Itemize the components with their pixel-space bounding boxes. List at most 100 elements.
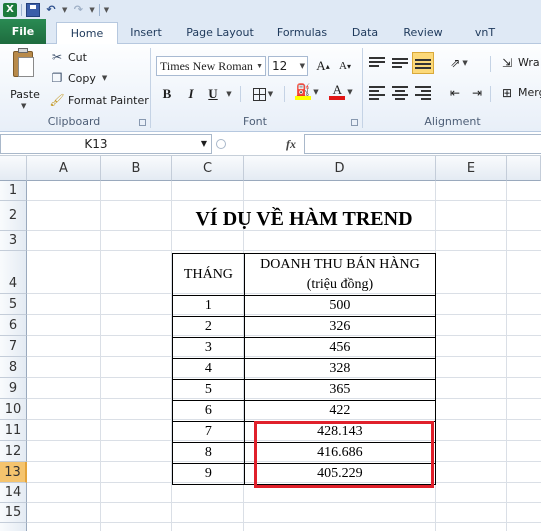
tab-home[interactable]: Home <box>56 22 118 45</box>
tab-file[interactable]: File <box>0 19 46 44</box>
cut-button[interactable]: ✂ Cut <box>50 48 87 66</box>
undo-dropdown-icon[interactable]: ▼ <box>62 6 67 14</box>
align-middle-button[interactable] <box>389 52 411 74</box>
tab-vnt[interactable]: vnT <box>460 22 510 44</box>
paste-dropdown-icon[interactable]: ▼ <box>21 102 26 110</box>
revenue-cell[interactable]: 328 <box>243 358 437 380</box>
sheet-title[interactable]: VÍ DỤ VỀ HÀM TREND <box>172 207 436 232</box>
font-dialog-launcher-icon[interactable] <box>351 119 358 126</box>
month-header-cell[interactable]: THÁNG <box>172 253 245 296</box>
clipboard-dialog-launcher-icon[interactable] <box>139 119 146 126</box>
font-color-button[interactable]: A ▼ <box>326 82 356 102</box>
row-header[interactable]: 6 <box>0 315 27 336</box>
resize-handle[interactable] <box>216 139 226 149</box>
wrap-text-icon[interactable]: ⇲ <box>496 52 518 74</box>
column-header[interactable]: B <box>101 156 172 181</box>
revenue-cell[interactable]: 365 <box>243 379 437 401</box>
column-header[interactable]: D <box>244 156 436 181</box>
wrap-text-label[interactable]: Wra <box>518 56 540 69</box>
spreadsheet-grid[interactable]: A B C D E 1 2 3 4 5 6 7 8 9 10 11 12 13 … <box>0 156 541 531</box>
font-size-dropdown-icon[interactable]: ▼ <box>300 57 305 75</box>
undo-icon[interactable]: ↶ <box>44 3 58 17</box>
row-header[interactable]: 11 <box>0 420 27 441</box>
row-header[interactable]: 3 <box>0 231 27 251</box>
bold-button[interactable]: B <box>158 84 176 104</box>
column-header[interactable] <box>507 156 541 181</box>
month-cell[interactable]: 2 <box>172 316 245 338</box>
row-header-selected[interactable]: 13 <box>0 462 27 483</box>
align-bottom-button[interactable] <box>412 52 434 74</box>
orientation-dropdown-icon[interactable]: ▼ <box>462 59 467 67</box>
month-cell[interactable]: 6 <box>172 400 245 422</box>
row-header[interactable]: 4 <box>0 251 27 294</box>
row-header[interactable]: 7 <box>0 336 27 357</box>
month-cell[interactable]: 1 <box>172 295 245 317</box>
formula-controls: fx <box>216 134 302 154</box>
revenue-header-cell[interactable]: DOANH THU BÁN HÀNG (triệu đồng) <box>243 253 437 296</box>
underline-button[interactable]: U <box>204 84 222 104</box>
month-cell[interactable]: 8 <box>172 442 245 464</box>
customize-qat-icon[interactable]: ▼ <box>104 6 109 14</box>
align-center-button[interactable] <box>389 82 411 104</box>
row-header[interactable]: 1 <box>0 181 27 201</box>
tab-data[interactable]: Data <box>346 22 384 44</box>
font-size-combo[interactable]: 12 ▼ <box>268 56 308 76</box>
save-icon[interactable] <box>26 2 40 17</box>
fill-color-button[interactable]: ⛽ ▼ <box>292 82 322 102</box>
tab-insert[interactable]: Insert <box>124 22 168 44</box>
align-top-button[interactable] <box>366 52 388 74</box>
paste-button[interactable]: Paste ▼ <box>6 48 44 110</box>
month-cell[interactable]: 4 <box>172 358 245 380</box>
column-header[interactable]: C <box>172 156 244 181</box>
tab-formulas[interactable]: Formulas <box>270 22 334 44</box>
italic-button[interactable]: I <box>182 84 200 104</box>
font-name-combo[interactable]: Times New Roman ▼ <box>156 56 266 76</box>
row-header[interactable]: 8 <box>0 357 27 378</box>
increase-indent-icon[interactable]: ⇥ <box>466 82 488 104</box>
tab-page-layout[interactable]: Page Layout <box>180 22 260 44</box>
row-header[interactable]: 12 <box>0 441 27 462</box>
font-color-dropdown-icon[interactable]: ▼ <box>347 88 352 96</box>
fill-color-dropdown-icon[interactable]: ▼ <box>313 88 318 96</box>
month-cell[interactable]: 3 <box>172 337 245 359</box>
orientation-button[interactable]: ⇗ ▼ <box>444 52 474 74</box>
align-left-button[interactable] <box>366 82 388 104</box>
merge-center-icon[interactable]: ⊞ <box>496 82 518 104</box>
month-cell[interactable]: 7 <box>172 421 245 443</box>
borders-button[interactable]: ▼ <box>248 84 278 104</box>
copy-dropdown-icon[interactable]: ▼ <box>102 74 107 82</box>
row-header[interactable]: 15 <box>0 503 27 523</box>
row-header[interactable]: 5 <box>0 294 27 315</box>
formula-input[interactable] <box>304 134 541 154</box>
tab-review[interactable]: Review <box>398 22 448 44</box>
underline-dropdown-icon[interactable]: ▼ <box>222 84 234 104</box>
redo-dropdown-icon[interactable]: ▼ <box>89 6 94 14</box>
row-header[interactable]: 10 <box>0 399 27 420</box>
insert-function-button[interactable]: fx <box>282 134 300 154</box>
select-all-corner[interactable] <box>0 156 27 181</box>
font-name-dropdown-icon[interactable]: ▼ <box>256 57 263 75</box>
revenue-cell[interactable]: 456 <box>243 337 437 359</box>
revenue-cell[interactable]: 422 <box>243 400 437 422</box>
merge-center-label[interactable]: Merg <box>518 86 541 99</box>
month-cell[interactable]: 5 <box>172 379 245 401</box>
month-cell[interactable]: 9 <box>172 463 245 485</box>
name-box-dropdown-icon[interactable]: ▼ <box>201 135 207 153</box>
format-painter-button[interactable]: 🖌 Format Painter <box>49 91 148 109</box>
column-header[interactable]: A <box>27 156 101 181</box>
row-header[interactable]: 2 <box>0 201 27 231</box>
redo-icon[interactable]: ↷ <box>71 3 85 17</box>
borders-dropdown-icon[interactable]: ▼ <box>268 90 273 98</box>
row-header[interactable] <box>0 523 27 531</box>
decrease-indent-icon[interactable]: ⇤ <box>444 82 466 104</box>
row-header[interactable]: 14 <box>0 483 27 503</box>
grow-font-icon[interactable]: A ▴ <box>314 56 332 76</box>
revenue-cell[interactable]: 500 <box>243 295 437 317</box>
shrink-font-icon[interactable]: A ▾ <box>336 56 354 76</box>
align-right-button[interactable] <box>412 82 434 104</box>
copy-button[interactable]: ❐ Copy ▼ <box>50 69 108 87</box>
name-box[interactable]: K13 ▼ <box>0 134 212 154</box>
row-header[interactable]: 9 <box>0 378 27 399</box>
revenue-cell[interactable]: 326 <box>243 316 437 338</box>
column-header[interactable]: E <box>436 156 507 181</box>
